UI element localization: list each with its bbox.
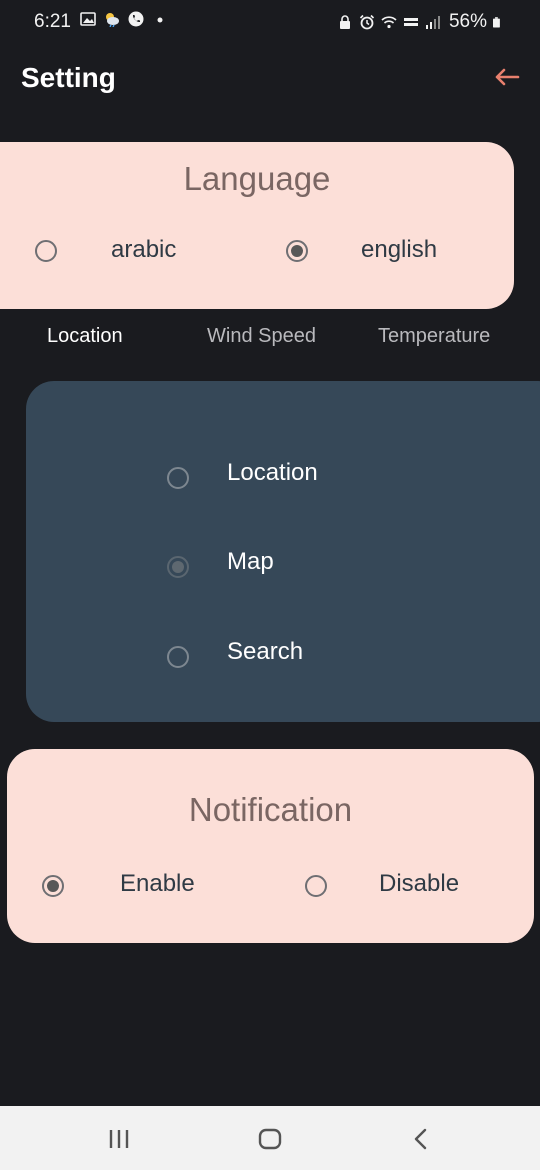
page-title: Setting (21, 62, 116, 93)
notification-card: Notification Enable Disable (7, 749, 534, 943)
status-left-icons (80, 11, 168, 27)
language-card: Language arabic english (0, 142, 514, 309)
signal-icon (425, 16, 440, 29)
notification-title: Notification (188, 791, 353, 828)
status-time: 6:21 (34, 11, 71, 32)
phone-call-icon (128, 11, 144, 27)
system-nav-bar (0, 1106, 540, 1170)
tab-location[interactable]: Location (47, 325, 123, 348)
settings-screen: 6:21 56% Setting Language arabic english… (0, 0, 540, 1170)
wifi-icon (381, 16, 397, 29)
radio-enable[interactable] (42, 875, 64, 897)
home-icon[interactable] (257, 1126, 283, 1152)
gallery-icon (80, 12, 96, 26)
battery-percentage: 56% (448, 11, 487, 32)
radio-label-location[interactable]: Location (227, 459, 318, 487)
dot-icon (157, 17, 163, 23)
lock-icon (339, 15, 350, 29)
radio-location[interactable] (167, 467, 189, 489)
radio-label-arabic[interactable]: arabic (111, 236, 176, 264)
arrow-left-icon[interactable] (492, 62, 522, 92)
status-right-icons: 56% (337, 11, 504, 33)
radio-arabic[interactable] (35, 240, 57, 262)
tab-wind-speed[interactable]: Wind Speed (207, 325, 316, 348)
radio-label-disable[interactable]: Disable (379, 870, 459, 898)
weather-icon (106, 13, 119, 27)
back-icon[interactable] (408, 1126, 434, 1152)
location-options-card: Location Map Search (26, 381, 540, 722)
recent-apps-icon[interactable] (106, 1126, 132, 1152)
alarm-icon (359, 14, 375, 30)
radio-map[interactable] (167, 556, 189, 578)
radio-english[interactable] (286, 240, 308, 262)
status-bar: 6:21 56% (0, 0, 540, 44)
radio-label-map[interactable]: Map (227, 548, 274, 576)
radio-search[interactable] (167, 646, 189, 668)
tab-temperature[interactable]: Temperature (378, 325, 490, 348)
battery-icon (493, 17, 500, 28)
radio-label-english[interactable]: english (361, 236, 437, 264)
language-title: Language (183, 160, 331, 197)
volte-icon (403, 18, 418, 26)
radio-label-enable[interactable]: Enable (120, 870, 195, 898)
radio-label-search[interactable]: Search (227, 638, 303, 666)
radio-disable[interactable] (305, 875, 327, 897)
